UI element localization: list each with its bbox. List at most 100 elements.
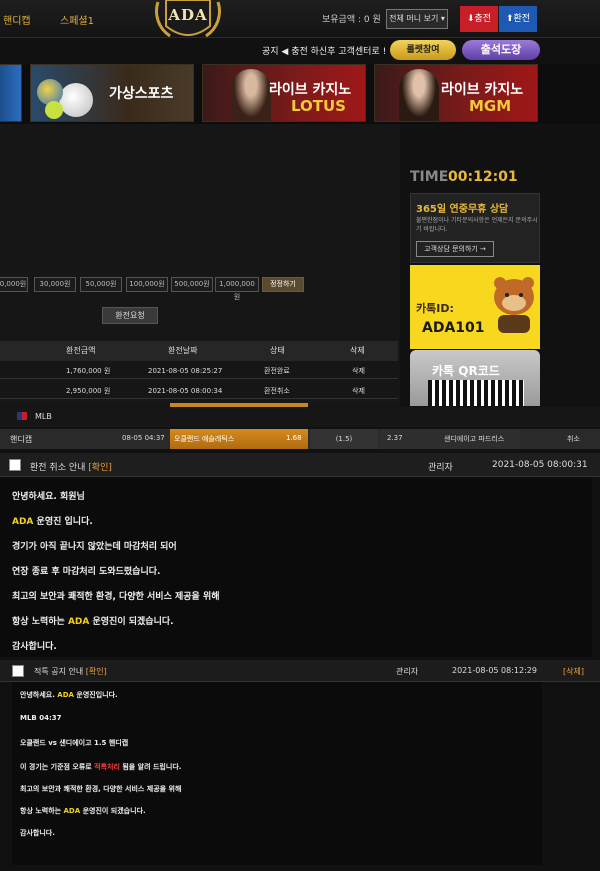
- row-date: 2021-08-05 08:25:27: [148, 367, 223, 375]
- row-amount: 2,950,000 원: [66, 387, 111, 395]
- row-amount: 1,760,000 원: [66, 367, 111, 375]
- message-line-text: 항상 노력하는: [12, 617, 68, 627]
- message-line-text: 됨을 알려 드립니다.: [119, 763, 182, 771]
- reset-button[interactable]: 정정하기: [262, 277, 304, 292]
- col-status: 상태: [270, 346, 285, 355]
- cs-desc: 불편한점이나 기타문의사항은 언제든지 문의주시기 바랍니다.: [416, 217, 538, 233]
- dealer-image: [399, 69, 439, 121]
- message-checkbox[interactable]: [12, 665, 24, 677]
- message-line: 연장 종료 후 마감처리 도와드렸습니다.: [12, 567, 161, 577]
- col-delete: 삭제: [350, 346, 365, 355]
- message-line: 안녕하세요. ADA 운영진입니다.: [20, 690, 118, 700]
- chip-100000[interactable]: 100,000원: [126, 277, 168, 292]
- bet-time: 08-05 04:37: [122, 434, 165, 442]
- col-date: 환전날짜: [168, 346, 198, 355]
- soccer-ball-icon: [59, 83, 93, 117]
- qr-code-icon: [428, 380, 524, 406]
- exchange-button[interactable]: ⬆환전: [499, 6, 537, 32]
- exchange-label: 환전: [513, 14, 531, 24]
- attendance-label: 출석도장: [480, 43, 522, 56]
- league-name: MLB: [35, 412, 52, 421]
- roulette-label: 룰렛참여: [406, 45, 440, 55]
- charge-label: 충전: [474, 14, 492, 24]
- away-odds: 2.37: [387, 434, 403, 442]
- message-line: MLB 04:37: [20, 714, 62, 722]
- banner-partial[interactable]: [0, 64, 22, 122]
- message-line-text: 항상 노력하는: [20, 807, 64, 815]
- chip-0[interactable]: 0,000원: [0, 277, 28, 292]
- brand-highlight: ADA: [67, 617, 90, 627]
- message-line: 오클랜드 vs 샌디에이고 1.5 핸디캡: [20, 739, 129, 747]
- banner-live-casino-mgm[interactable]: 라이브 카지노 MGM: [374, 64, 538, 122]
- cs-title: 365일 연중무휴 상담: [416, 204, 509, 215]
- bet-status: 취소: [567, 435, 580, 443]
- nav-handicap[interactable]: 핸디캡: [3, 12, 31, 27]
- bet-type: 핸디캡: [10, 435, 33, 444]
- message-line: 최고의 보안과 쾌적한 환경, 다양한 서비스 제공을 위해: [20, 785, 182, 793]
- chevron-down-icon: ▾: [440, 14, 445, 23]
- message-line-text: 운영진입니다.: [73, 691, 118, 699]
- roulette-button[interactable]: 룰렛참여: [390, 40, 456, 60]
- row-delete[interactable]: 삭제: [352, 381, 365, 401]
- site-logo[interactable]: ADA: [150, 0, 226, 46]
- banner-live-casino-lotus[interactable]: 라이브 카지노 LOTUS: [202, 64, 366, 122]
- charge-button[interactable]: ⬇충전: [460, 6, 498, 32]
- kakao-id-label: 카톡ID:: [416, 302, 454, 315]
- table-row: 2,950,000 원 2021-08-05 08:00:34 환전취소 삭제: [0, 381, 398, 399]
- exchange-request-button[interactable]: 환전요청: [102, 307, 158, 324]
- message-title-text: 적특 공지 안내: [34, 667, 84, 676]
- red-highlight: 적특처리: [94, 763, 120, 771]
- message-date: 2021-08-05 08:00:31: [492, 460, 588, 470]
- banner-label: 가상스포츠: [109, 86, 174, 102]
- brand-highlight: ADA: [12, 517, 34, 527]
- banner-sub: MGM: [469, 97, 512, 115]
- message-line: 감사합니다.: [12, 642, 57, 652]
- chip-30000[interactable]: 30,000원: [34, 277, 76, 292]
- chip-50000[interactable]: 50,000원: [80, 277, 122, 292]
- tennis-ball-icon: [45, 101, 63, 119]
- delete-link[interactable]: [삭제]: [563, 666, 584, 677]
- message-title-text: 환전 취소 안내: [30, 463, 86, 473]
- message-body: [12, 682, 542, 865]
- time-label: TIME: [410, 169, 449, 185]
- nav-special[interactable]: 스페셜1: [60, 12, 94, 27]
- row-status: 환전완료: [264, 367, 290, 375]
- dealer-image: [231, 69, 271, 121]
- message-line-text: 운영진이 되겠습니다.: [89, 617, 174, 627]
- svg-text:ADA: ADA: [167, 6, 207, 24]
- message-checkbox[interactable]: [9, 459, 21, 471]
- banner-sub: LOTUS: [291, 97, 346, 115]
- message-title: 적특 공지 안내 [확인]: [34, 666, 107, 677]
- banner-label: 라이브 카지노: [441, 82, 524, 98]
- brand-highlight: ADA: [63, 807, 81, 815]
- attendance-button[interactable]: 출석도장: [462, 40, 540, 60]
- row-delete[interactable]: 삭제: [352, 361, 365, 381]
- message-line-text: 안녕하세요.: [20, 691, 58, 699]
- balance-label: 보유금액 : 0 원: [322, 15, 381, 25]
- brand-highlight: ADA: [57, 691, 74, 699]
- col-amount: 환전금액: [66, 346, 96, 355]
- mlb-logo-icon: [17, 412, 27, 420]
- money-dropdown-label: 전체 머니 보기: [389, 14, 439, 23]
- message-line: 항상 노력하는 ADA 운영진이 되겠습니다.: [20, 806, 146, 816]
- banner-virtual-sports[interactable]: 가상스포츠: [30, 64, 194, 122]
- message-line: 항상 노력하는 ADA 운영진이 되겠습니다.: [12, 614, 174, 627]
- exchange-table-header: 환전금액 환전날짜 상태 삭제: [0, 341, 398, 361]
- league-header: [0, 407, 600, 427]
- message-title: 환전 취소 안내 [확인]: [30, 460, 112, 473]
- table-row: 1,760,000 원 2021-08-05 08:25:27 환전완료 삭제: [0, 361, 398, 379]
- bet-line: (1.5): [310, 429, 378, 449]
- banner-label: 라이브 카지노: [269, 82, 352, 98]
- kakao-character-icon: [494, 277, 534, 333]
- message-author: 관리자: [428, 463, 453, 473]
- message-date: 2021-08-05 08:12:29: [452, 666, 537, 675]
- message-author: 관리자: [396, 667, 419, 676]
- money-dropdown[interactable]: 전체 머니 보기 ▾: [386, 9, 448, 29]
- message-line: 경기가 아직 끝나지 않았는데 마감처리 되어: [12, 542, 177, 552]
- home-odds: 1.68: [286, 434, 302, 442]
- home-team: 오클랜드 애슬레틱스: [174, 435, 235, 443]
- cs-inquiry-button[interactable]: 고객상담 문의하기 →: [416, 241, 494, 257]
- away-team: 샌디에이고 파드리스: [444, 435, 505, 443]
- chip-500000[interactable]: 500,000원: [171, 277, 213, 292]
- chip-1000000[interactable]: 1,000,000원: [215, 277, 259, 301]
